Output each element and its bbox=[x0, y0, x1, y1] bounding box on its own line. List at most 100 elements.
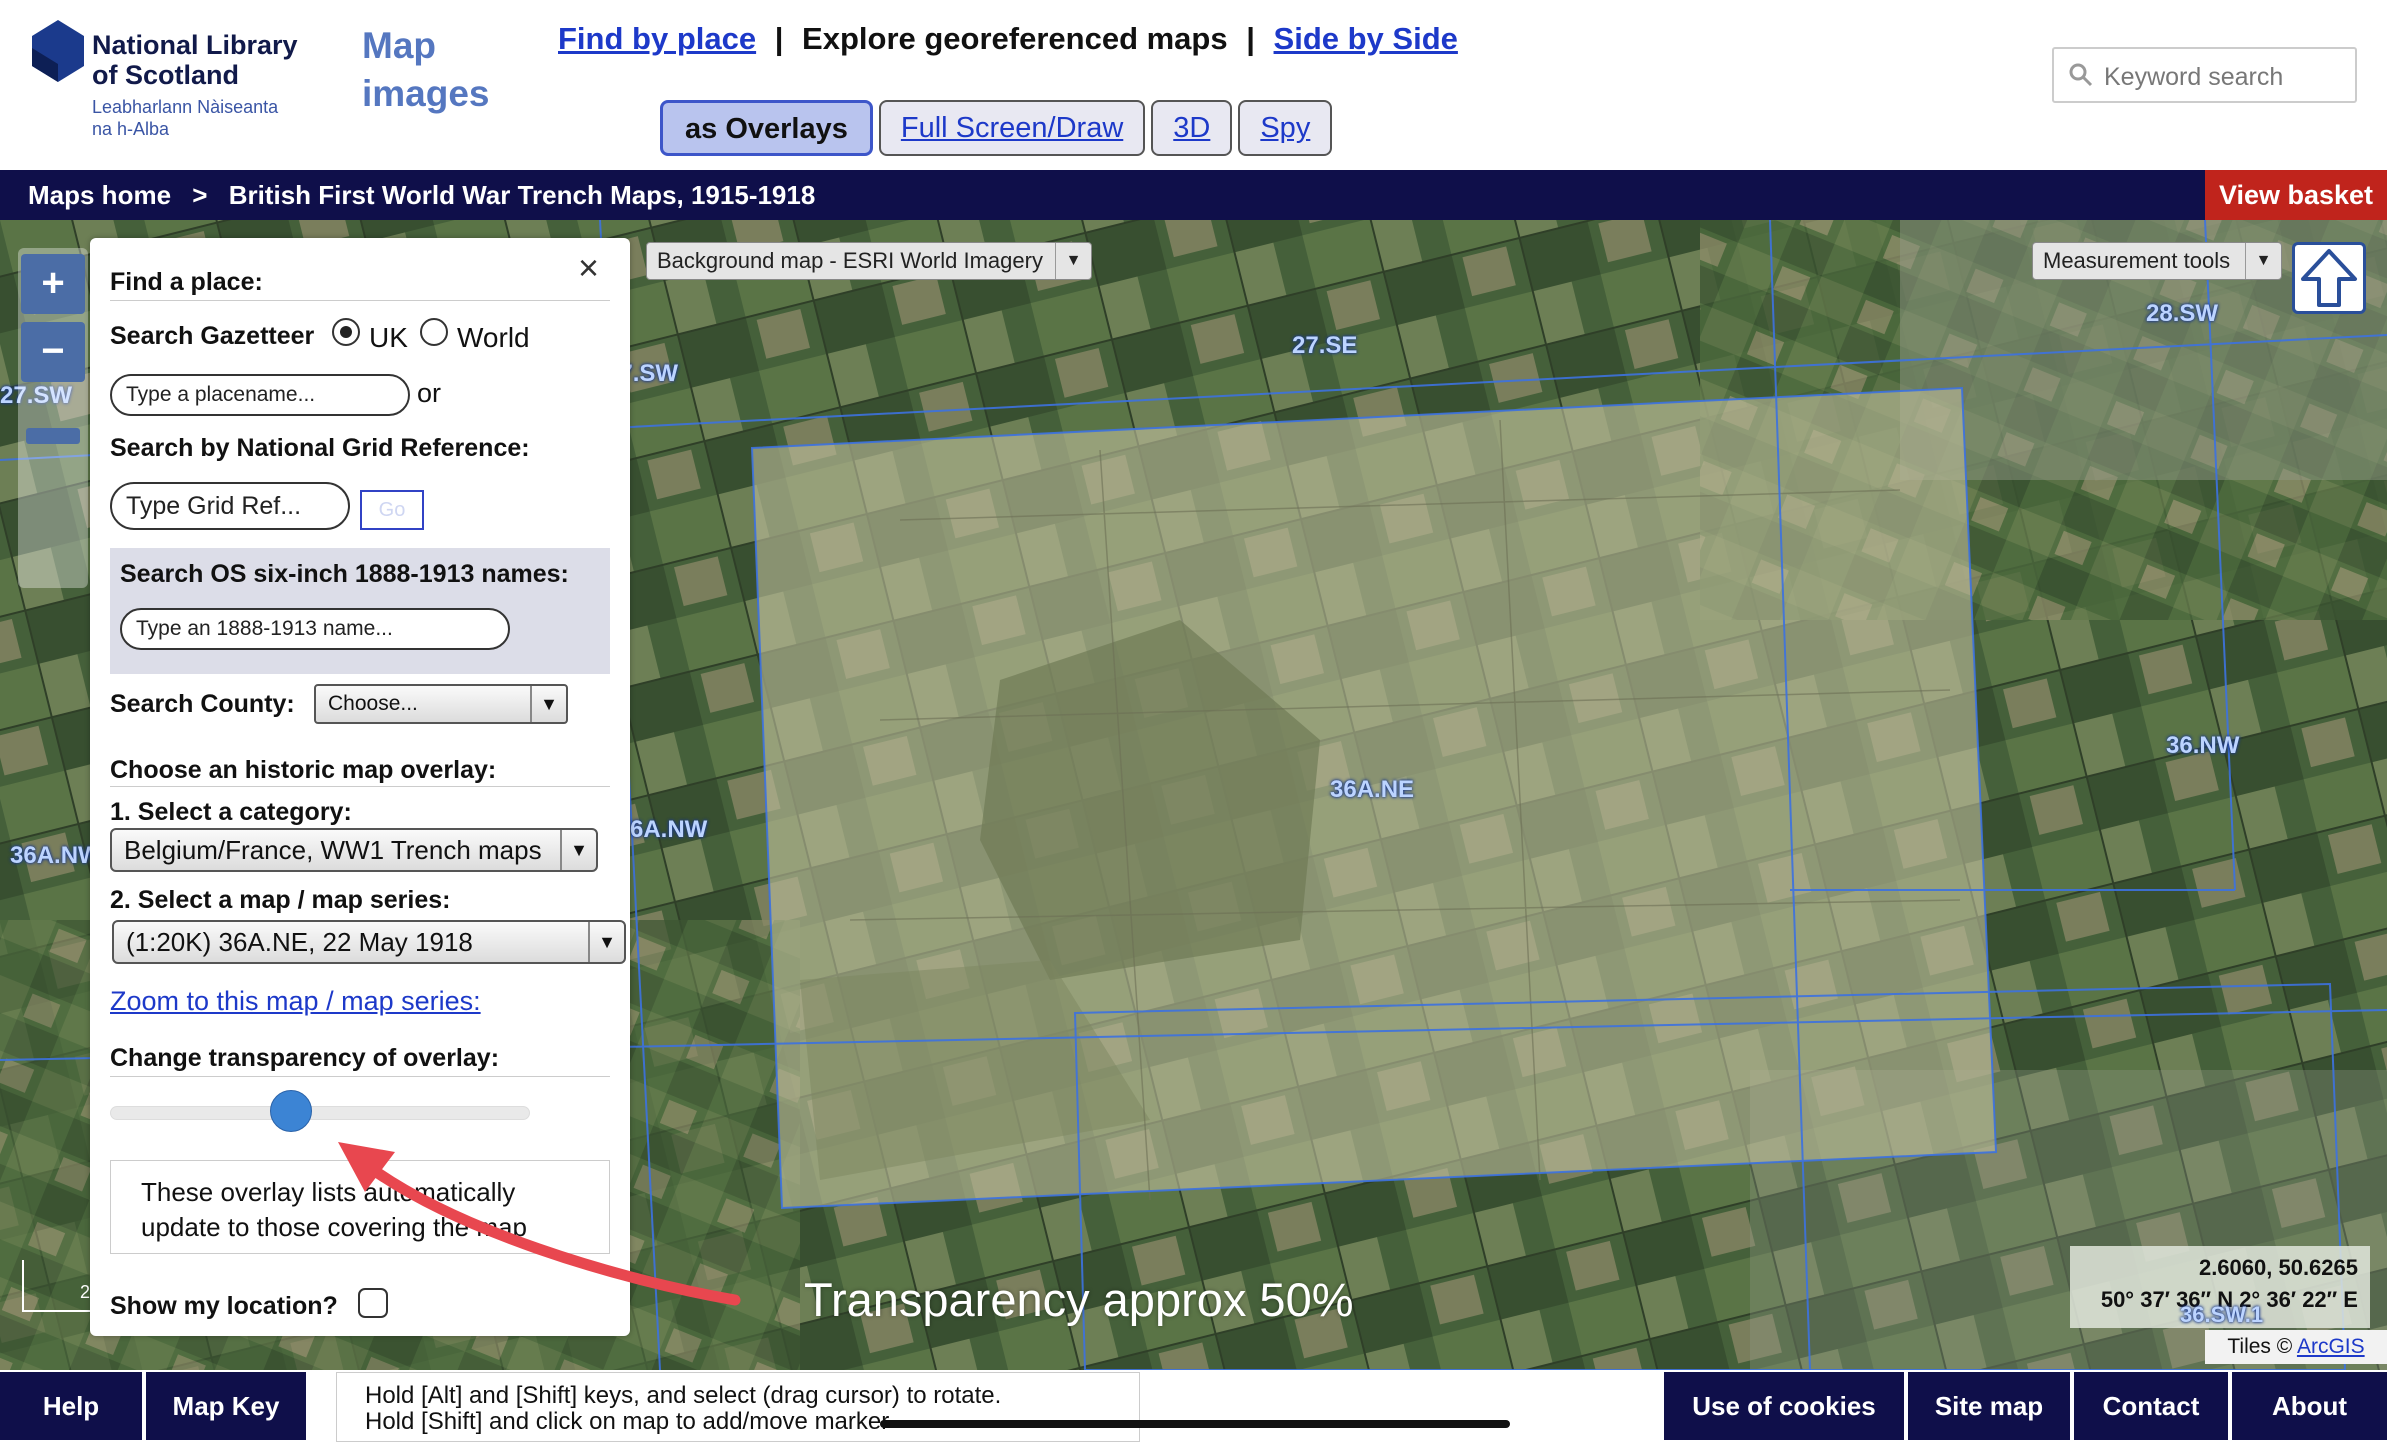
chevron-down-icon: ▼ bbox=[560, 830, 596, 870]
transparency-slider-track[interactable] bbox=[110, 1106, 530, 1120]
tab-full-screen-draw[interactable]: Full Screen/Draw bbox=[878, 100, 1146, 156]
grid-label-36-nw: 36.NW bbox=[2166, 732, 2240, 759]
cookies-button[interactable]: Use of cookies bbox=[1664, 1372, 1904, 1440]
find-place-panel: Find a place: × Search Gazetteer UK Worl… bbox=[90, 238, 630, 1336]
os-names-input[interactable]: Type an 1888-1913 name... bbox=[120, 608, 510, 650]
os-names-label: Search OS six-inch 1888-1913 names: bbox=[120, 560, 569, 588]
category-select[interactable]: Belgium/France, WW1 Trench maps ▼ bbox=[110, 828, 598, 872]
radio-world-label: World bbox=[457, 322, 530, 353]
show-location-label: Show my location? bbox=[110, 1292, 338, 1320]
help-button[interactable]: Help bbox=[0, 1372, 142, 1440]
divider bbox=[110, 300, 610, 301]
overlay-notice-text: These overlay lists automatically update… bbox=[141, 1177, 527, 1242]
map-instructions: Hold [Alt] and [Shift] keys, and select … bbox=[336, 1372, 1140, 1442]
arcgis-link[interactable]: ArcGIS bbox=[2297, 1335, 2365, 1358]
divider bbox=[110, 786, 610, 787]
tab-as-overlays[interactable]: as Overlays bbox=[660, 100, 873, 156]
map-key-button[interactable]: Map Key bbox=[146, 1372, 306, 1440]
logo-gaelic-line1: Leabharlann Nàiseanta bbox=[92, 97, 279, 117]
nls-logo[interactable]: National Library of Scotland Leabharlann… bbox=[28, 18, 308, 143]
view-basket-button[interactable]: View basket bbox=[2205, 170, 2387, 220]
grid-label-27se: 27.SE bbox=[1292, 332, 1358, 359]
transparency-label: Change transparency of overlay: bbox=[110, 1044, 500, 1072]
zoom-control: + − bbox=[18, 248, 88, 588]
tab-3d[interactable]: 3D bbox=[1151, 100, 1233, 156]
breadcrumb-current: British First World War Trench Maps, 191… bbox=[228, 180, 816, 210]
grid-ref-label: Search by National Grid Reference: bbox=[110, 434, 530, 462]
find-place-heading: Find a place: bbox=[110, 268, 263, 296]
os-names-section: Search OS six-inch 1888-1913 names: Type… bbox=[110, 548, 610, 674]
background-map-select[interactable]: Background map - ESRI World Imagery ▼ bbox=[646, 242, 1092, 280]
chevron-down-icon: ▼ bbox=[1055, 243, 1091, 279]
grid-label-6a-nw: 6A.NW bbox=[630, 816, 708, 843]
breadcrumb-bar: Maps home > British First World War Tren… bbox=[0, 170, 2387, 220]
view-mode-tabs: as Overlays Full Screen/Draw 3D Spy bbox=[660, 100, 1333, 156]
keyword-search-placeholder: Keyword search bbox=[2104, 63, 2284, 91]
top-navigation: Find by place | Explore georeferenced ma… bbox=[558, 18, 1458, 60]
scale-bar-text: 2 bbox=[80, 1282, 91, 1302]
annotation-text: Transparency approx 50% bbox=[804, 1273, 1354, 1326]
transparency-slider-handle[interactable] bbox=[269, 1090, 312, 1132]
nav-separator: | bbox=[774, 21, 784, 56]
county-label: Search County: bbox=[110, 690, 295, 718]
find-by-place-link[interactable]: Find by place bbox=[558, 21, 756, 56]
site-map-button[interactable]: Site map bbox=[1908, 1372, 2070, 1440]
current-section: Explore georeferenced maps bbox=[802, 21, 1228, 56]
chevron-down-icon: ▼ bbox=[588, 922, 624, 962]
chevron-down-icon: ▼ bbox=[530, 686, 566, 722]
zoom-slider-handle[interactable] bbox=[26, 428, 80, 444]
background-map-value: Background map - ESRI World Imagery bbox=[657, 248, 1043, 273]
search-icon bbox=[2069, 63, 2093, 87]
county-select-value: Choose... bbox=[328, 692, 418, 715]
side-by-side-link[interactable]: Side by Side bbox=[1274, 21, 1458, 56]
grid-ref-input[interactable]: Type Grid Ref... bbox=[110, 482, 350, 530]
about-button[interactable]: About bbox=[2232, 1372, 2387, 1440]
show-location-checkbox[interactable] bbox=[358, 1288, 388, 1318]
overlay-notice: These overlay lists automatically update… bbox=[110, 1160, 610, 1254]
county-select[interactable]: Choose... ▼ bbox=[314, 684, 568, 724]
tab-spy[interactable]: Spy bbox=[1238, 100, 1333, 156]
series-select[interactable]: (1:20K) 36A.NE, 22 May 1918 ▼ bbox=[112, 920, 626, 964]
zoom-out-button[interactable]: − bbox=[21, 322, 85, 382]
breadcrumb-separator: > bbox=[192, 180, 208, 210]
radio-uk[interactable] bbox=[332, 318, 360, 346]
site-header: National Library of Scotland Leabharlann… bbox=[0, 0, 2387, 170]
category-label: 1. Select a category: bbox=[110, 798, 352, 826]
grid-label-28sw: 28.SW bbox=[2146, 300, 2219, 327]
tiles-attribution: Tiles © ArcGIS bbox=[2205, 1330, 2387, 1364]
grid-label-36sw1: 36.SW.1 bbox=[2180, 1302, 2264, 1327]
nls-logo-icon bbox=[32, 20, 84, 82]
series-select-value: (1:20K) 36A.NE, 22 May 1918 bbox=[126, 927, 473, 957]
close-icon[interactable]: × bbox=[578, 250, 599, 286]
go-button[interactable]: Go bbox=[360, 490, 424, 530]
radio-world[interactable] bbox=[420, 318, 448, 346]
grid-label-36a-ne: 36A.NE bbox=[1330, 776, 1415, 803]
measurement-tools-select[interactable]: Measurement tools ▼ bbox=[2032, 242, 2282, 280]
contact-button[interactable]: Contact bbox=[2074, 1372, 2228, 1440]
site-title[interactable]: Map images bbox=[362, 22, 502, 118]
logo-text-line2: of Scotland bbox=[92, 60, 239, 90]
divider bbox=[110, 1076, 610, 1077]
overlay-heading: Choose an historic map overlay: bbox=[110, 756, 497, 784]
measurement-tools-value: Measurement tools bbox=[2043, 248, 2231, 273]
up-arrow-icon bbox=[2301, 249, 2357, 307]
grid-label-36a-nw-left: 36A.NW bbox=[10, 842, 101, 869]
placename-input[interactable]: Type a placename... bbox=[110, 374, 410, 416]
or-text: or bbox=[417, 378, 442, 408]
coords-decimal: 2.6060, 50.6265 bbox=[2198, 1255, 2358, 1280]
breadcrumb-home[interactable]: Maps home bbox=[28, 180, 171, 210]
logo-gaelic-line2: na h-Alba bbox=[92, 119, 170, 139]
keyword-search-input[interactable]: Keyword search bbox=[2052, 47, 2357, 103]
zoom-to-map-link[interactable]: Zoom to this map / map series: bbox=[110, 986, 481, 1017]
tiles-attribution-text: Tiles © bbox=[2227, 1335, 2293, 1358]
zoom-in-button[interactable]: + bbox=[21, 254, 85, 314]
radio-uk-label: UK bbox=[369, 322, 408, 353]
instruction-line1: Hold [Alt] and [Shift] keys, and select … bbox=[365, 1382, 1002, 1409]
chevron-down-icon: ▼ bbox=[2245, 243, 2281, 279]
site-footer: Help Map Key Hold [Alt] and [Shift] keys… bbox=[0, 1370, 2387, 1444]
nav-separator: | bbox=[1246, 21, 1255, 56]
category-select-value: Belgium/France, WW1 Trench maps bbox=[124, 835, 542, 865]
logo-text-line1: National Library bbox=[92, 30, 298, 60]
scroll-indicator bbox=[880, 1420, 1510, 1428]
reset-north-button[interactable] bbox=[2292, 242, 2366, 314]
